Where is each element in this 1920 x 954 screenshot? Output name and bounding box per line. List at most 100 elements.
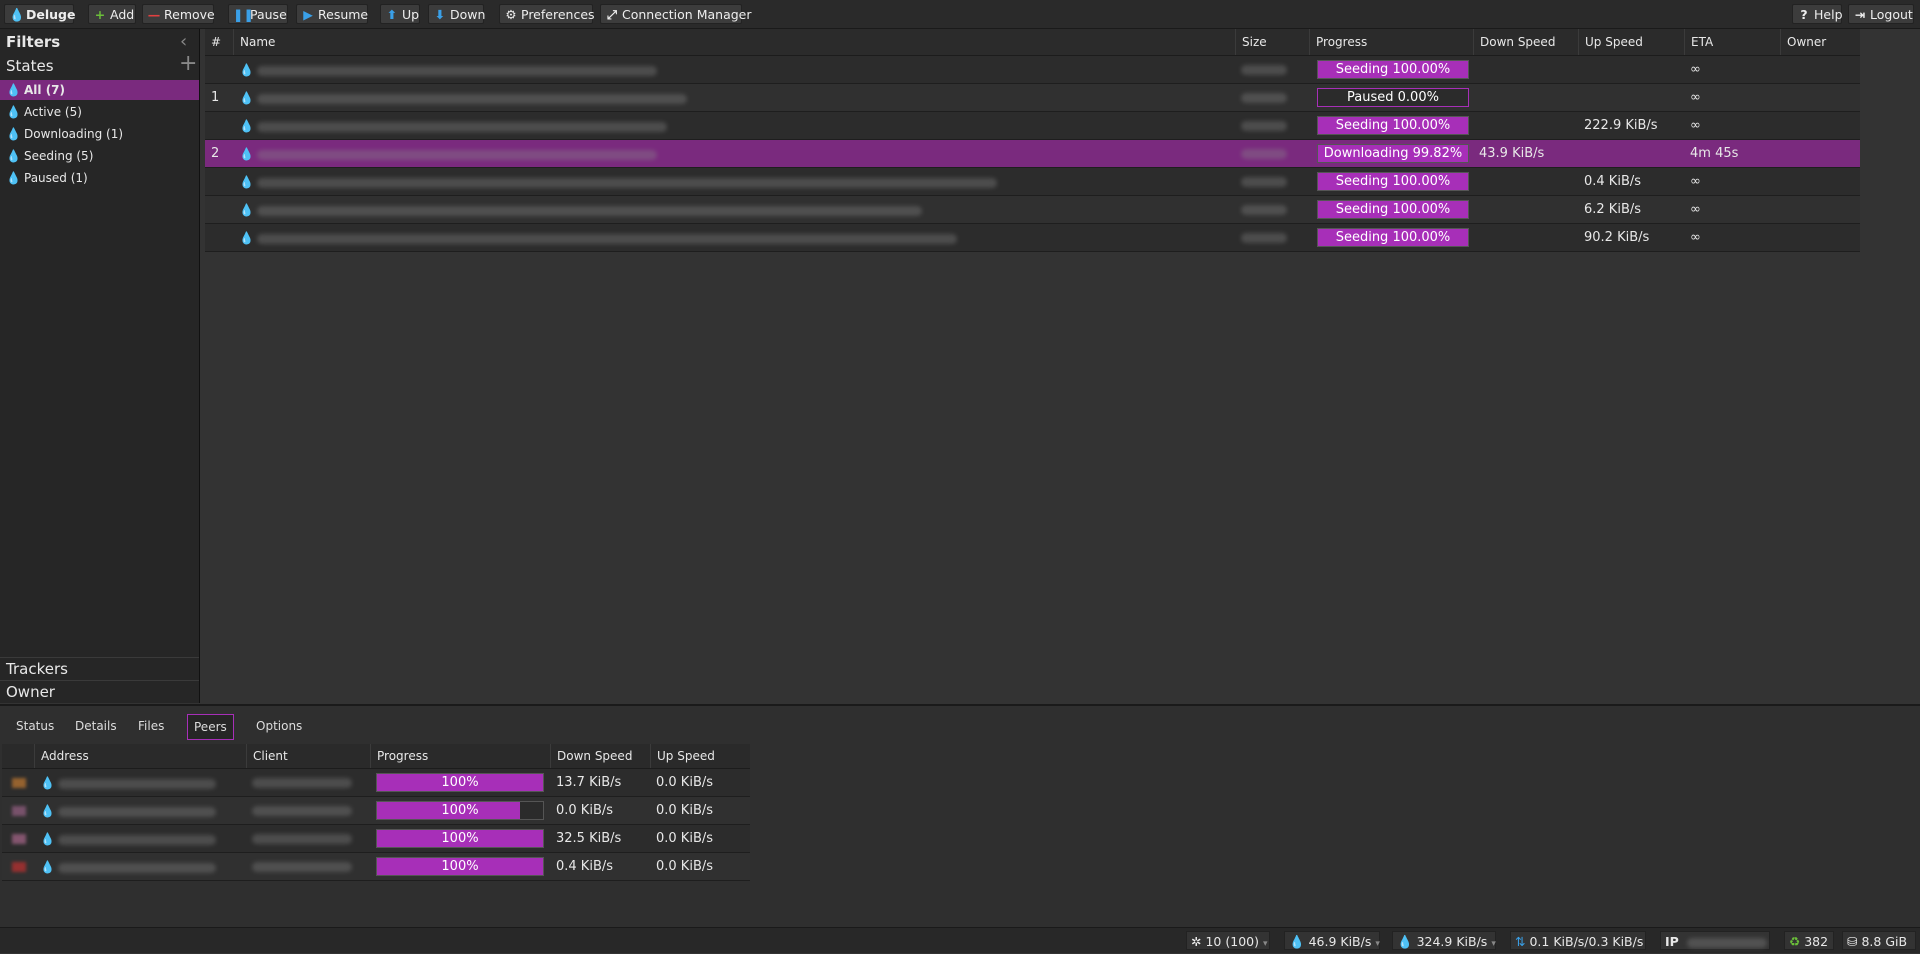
connections-status[interactable]: ✲ 10 (100) ▾	[1186, 931, 1270, 950]
col-header-size[interactable]: Size	[1235, 29, 1309, 55]
peer-row[interactable]: 💧 100% 32.5 KiB/s 0.0 KiB/s	[2, 825, 750, 853]
peer-client	[246, 853, 370, 881]
peer-down-speed: 32.5 KiB/s	[556, 831, 622, 846]
peer-client-text	[252, 805, 352, 816]
play-icon: ▶	[303, 7, 313, 22]
torrent-name: 💧	[233, 224, 1235, 252]
toolbar: 💧Deluge + Add — Remove ❚❚Pause ▶ Resume ⬆ Up…	[0, 0, 1920, 29]
torrent-row[interactable]: 💧 Seeding 100.00% 90.2 KiB/s ∞	[205, 224, 1860, 252]
state-filter-downloading[interactable]: 💧 Downloading (1)	[0, 124, 199, 144]
filters-sidebar: Filters ‹ States + 💧 All (7) 💧 Active (5) …	[0, 29, 200, 703]
torrent-progress-bar: Seeding 100.00%	[1317, 228, 1469, 247]
col-header-progress[interactable]: Progress	[1309, 29, 1473, 55]
tab-options[interactable]: Options	[250, 714, 308, 738]
active-icon: 💧	[6, 105, 21, 119]
collapse-sidebar-icon[interactable]: ‹	[180, 31, 187, 52]
country-flag-icon	[12, 834, 26, 844]
filters-title: Filters	[6, 33, 61, 51]
pause-button[interactable]: ❚❚Pause	[228, 4, 288, 24]
question-icon: ?	[1800, 7, 1808, 22]
state-filter-active[interactable]: 💧 Active (5)	[0, 102, 199, 122]
resume-button[interactable]: ▶ Resume	[296, 4, 368, 24]
peer-address-text	[58, 834, 216, 845]
col-header-up-speed[interactable]: Up Speed	[1578, 29, 1684, 55]
upload-speed-status[interactable]: 💧 324.9 KiB/s ▾	[1392, 931, 1496, 950]
torrent-size	[1235, 140, 1309, 168]
network-icon: ✲	[1191, 934, 1202, 949]
peer-address-text	[58, 862, 216, 873]
torrent-up-speed	[1578, 140, 1684, 168]
torrent-row[interactable]: 💧 Seeding 100.00% 222.9 KiB/s ∞	[205, 112, 1860, 140]
col-header-address[interactable]: Address	[34, 744, 246, 768]
tab-details[interactable]: Details	[69, 714, 123, 738]
peer-row[interactable]: 💧 100% 0.0 KiB/s 0.0 KiB/s	[2, 797, 750, 825]
download-drop-icon: 💧	[1289, 934, 1305, 949]
torrent-name: 💧	[233, 168, 1235, 196]
country-flag-icon	[12, 862, 26, 872]
peer-client-text	[252, 861, 352, 872]
torrent-name-text	[257, 121, 667, 132]
tab-status[interactable]: Status	[10, 714, 60, 738]
col-header-down-speed[interactable]: Down Speed	[1473, 29, 1578, 55]
protocol-traffic-icon: ⇅	[1515, 934, 1526, 949]
peer-progress-bar: 100%	[376, 773, 544, 792]
torrent-size	[1235, 112, 1309, 140]
col-header-peer-progress[interactable]: Progress	[370, 744, 550, 768]
col-header-owner[interactable]: Owner	[1780, 29, 1860, 55]
col-header-peer-up-speed[interactable]: Up Speed	[650, 744, 750, 768]
col-header-peer-down-speed[interactable]: Down Speed	[550, 744, 650, 768]
torrent-name-text	[257, 205, 922, 216]
torrent-size	[1235, 196, 1309, 224]
add-button[interactable]: + Add	[88, 4, 136, 24]
state-filter-all[interactable]: 💧 All (7)	[0, 80, 199, 100]
trackers-section[interactable]: Trackers	[0, 657, 199, 679]
state-filter-seeding[interactable]: 💧 Seeding (5)	[0, 146, 199, 166]
chevron-down-icon: ▾	[1375, 939, 1380, 949]
col-header-eta[interactable]: ETA	[1684, 29, 1780, 55]
owner-section[interactable]: Owner	[0, 680, 199, 702]
queue-position	[205, 168, 233, 196]
peer-address: 💧	[34, 769, 246, 797]
remove-button[interactable]: — Remove	[142, 4, 215, 24]
tab-files[interactable]: Files	[132, 714, 170, 738]
col-header-name[interactable]: Name	[233, 29, 1235, 55]
torrent-name: 💧	[233, 56, 1235, 84]
torrent-state-icon: 💧	[239, 63, 254, 77]
all-states-icon: 💧	[6, 83, 21, 97]
downloading-icon: 💧	[6, 127, 21, 141]
states-section-title[interactable]: States	[6, 57, 54, 75]
peer-down-speed: 13.7 KiB/s	[556, 775, 622, 790]
torrent-eta: 4m 45s	[1690, 146, 1739, 161]
peer-client-text	[252, 777, 352, 788]
torrent-down-speed	[1473, 112, 1578, 140]
logout-button[interactable]: ⇥ Logout	[1848, 4, 1914, 24]
col-header-num[interactable]: #	[205, 29, 233, 55]
deluge-drop-icon: 💧	[9, 7, 25, 22]
col-header-client[interactable]: Client	[246, 744, 370, 768]
torrent-row[interactable]: 1 💧 Paused 0.00% ∞	[205, 84, 1860, 112]
state-filter-paused[interactable]: 💧 Paused (1)	[0, 168, 199, 188]
download-speed-status[interactable]: 💧 46.9 KiB/s ▾	[1284, 931, 1380, 950]
torrent-row[interactable]: 💧 Seeding 100.00% 0.4 KiB/s ∞	[205, 168, 1860, 196]
torrent-row[interactable]: 💧 Seeding 100.00% 6.2 KiB/s ∞	[205, 196, 1860, 224]
peer-row[interactable]: 💧 100% 0.4 KiB/s 0.0 KiB/s	[2, 853, 750, 881]
torrent-name: 💧	[233, 140, 1235, 168]
tab-peers[interactable]: Peers	[187, 714, 234, 740]
external-ip-status: IP	[1660, 931, 1770, 950]
expand-plus-icon[interactable]: +	[179, 51, 197, 76]
peer-row[interactable]: 💧 100% 13.7 KiB/s 0.0 KiB/s	[2, 769, 750, 797]
torrent-row[interactable]: 2 💧 Downloading 99.82% 43.9 KiB/s 4m 45s	[205, 140, 1860, 168]
queue-position: 2	[211, 146, 220, 161]
progress-label: Seeding 100.00%	[1335, 202, 1451, 217]
preferences-button[interactable]: ⚙ Preferences	[499, 4, 595, 24]
queue-down-button[interactable]: ⬇ Down	[428, 4, 485, 24]
queue-position	[205, 196, 233, 224]
torrent-owner	[1780, 196, 1860, 224]
connection-manager-button[interactable]: ⤢ Connection Manager	[600, 4, 752, 24]
queue-up-button[interactable]: ⬆ Up	[380, 4, 420, 24]
external-ip-value	[1686, 937, 1767, 948]
col-header-flag[interactable]	[2, 744, 34, 768]
help-button[interactable]: ? Help	[1792, 4, 1843, 24]
torrent-row[interactable]: 💧 Seeding 100.00% ∞	[205, 56, 1860, 84]
torrent-name-text	[257, 65, 657, 76]
